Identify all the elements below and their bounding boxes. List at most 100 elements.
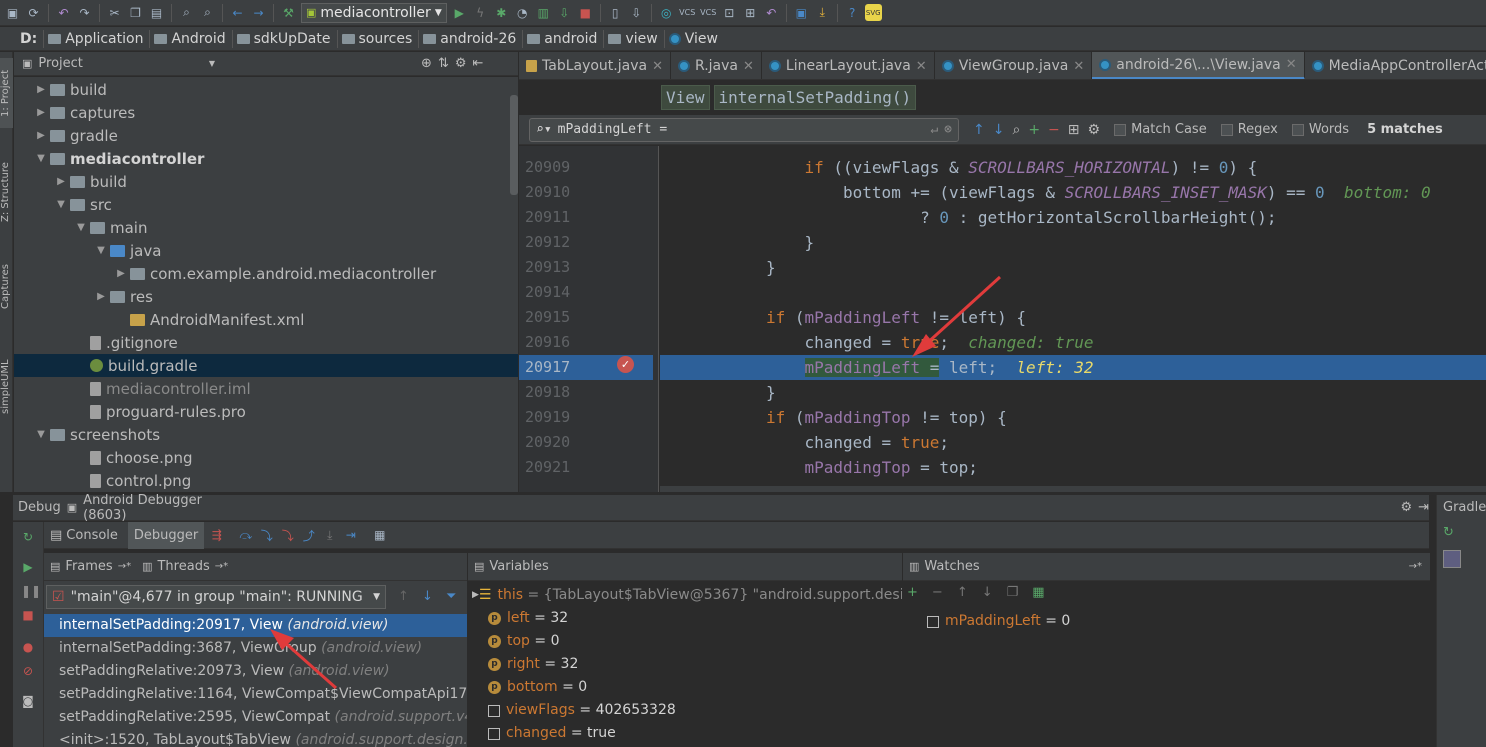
variable-row[interactable]: viewFlags = 402653328 <box>468 699 902 722</box>
tree-item[interactable]: ▼ main <box>14 216 518 239</box>
tab-console[interactable]: ▤ Console <box>44 522 124 549</box>
vcs-commit-icon[interactable]: VCS <box>700 4 717 21</box>
view-breakpoints-icon[interactable]: ● <box>21 640 35 654</box>
tree-item[interactable]: mediacontroller.iml <box>14 377 518 400</box>
chevron-down-icon[interactable]: ▼ <box>209 59 215 68</box>
tree-item[interactable]: .gitignore <box>14 331 518 354</box>
breadcrumb-android-26[interactable]: android-26 <box>419 29 524 48</box>
previous-match-icon[interactable]: ↑ <box>973 122 985 138</box>
chevron-right-icon[interactable]: ▶ <box>54 176 68 187</box>
chevron-right-icon[interactable]: ▶ <box>94 291 108 302</box>
next-frame-icon[interactable]: ↓ <box>422 589 433 604</box>
tree-item[interactable]: ▼ mediacontroller <box>14 147 518 170</box>
close-icon[interactable]: ✕ <box>1073 59 1084 74</box>
cut-icon[interactable]: ✂ <box>106 4 123 21</box>
chevron-right-icon[interactable]: ▶ <box>472 584 479 607</box>
editor-gutter[interactable]: 20909 20910 20911 20912 20913 20914 2091… <box>519 146 659 492</box>
tool-tab-structure[interactable]: Z: Structure <box>0 152 13 232</box>
tab-mediaappcontroller[interactable]: MediaAppControllerActiv <box>1305 52 1486 79</box>
chevron-right-icon[interactable]: ▶ <box>34 107 48 118</box>
run-to-cursor-icon[interactable]: ⇥ <box>342 527 359 544</box>
tree-item[interactable]: ▼ src <box>14 193 518 216</box>
tree-item[interactable]: ▶ build <box>14 78 518 101</box>
project-structure-icon[interactable]: ▣ <box>793 4 810 21</box>
make-project-icon[interactable]: ⚒ <box>280 4 297 21</box>
chevron-down-icon[interactable]: ▼ <box>34 429 48 440</box>
editor-breadcrumb-class[interactable]: View <box>661 85 710 110</box>
tool-tab-simpleuml[interactable]: simpleUML <box>0 347 13 427</box>
chevron-down-icon[interactable]: ▼ <box>74 222 88 233</box>
close-icon[interactable]: ✕ <box>916 59 927 74</box>
gear-icon[interactable]: ⚙ <box>1400 500 1412 515</box>
find-in-path-icon[interactable]: ⌕ <box>1012 122 1020 138</box>
breadcrumb-sdkupdate[interactable]: sdkUpDate <box>233 29 338 48</box>
tab-r[interactable]: R.java ✕ <box>671 52 762 79</box>
move-up-icon[interactable]: ↑ <box>957 585 968 600</box>
debug-config-label[interactable]: Android Debugger (8603) <box>83 493 234 523</box>
stack-frame[interactable]: setPaddingRelative:1164, ViewCompat$View… <box>44 683 467 706</box>
stop-icon[interactable]: ■ <box>21 608 35 622</box>
variable-row[interactable]: p bottom = 0 <box>468 676 902 699</box>
chevron-down-icon[interactable]: ▼ <box>54 199 68 210</box>
breadcrumb-drive[interactable]: D: <box>16 29 45 48</box>
chevron-right-icon[interactable]: ▶ <box>114 268 128 279</box>
find-icon[interactable]: ⌕ <box>178 4 195 21</box>
gradle-title[interactable]: Gradle <box>1443 500 1486 515</box>
vcs-revert-icon[interactable]: ↶ <box>763 4 780 21</box>
gear-icon[interactable]: ⚙ <box>455 56 467 71</box>
gradle-task-icon[interactable] <box>1443 550 1461 568</box>
stack-frame[interactable]: setPaddingRelative:2595, ViewCompat (and… <box>44 706 467 729</box>
step-into-icon[interactable]: ⤵ <box>258 527 275 544</box>
forward-icon[interactable]: → <box>250 4 267 21</box>
stack-frame[interactable]: setPaddingRelative:20973, View (android.… <box>44 660 467 683</box>
rerun-icon[interactable]: ↻ <box>21 530 35 544</box>
redo-icon[interactable]: ↷ <box>76 4 93 21</box>
variable-row[interactable]: changed = true <box>468 722 902 745</box>
frames-tab[interactable]: Frames <box>65 559 112 574</box>
drop-frame-icon[interactable]: ⤓ <box>321 527 338 544</box>
search-icon[interactable]: ⌕▾ <box>536 122 552 137</box>
tree-item[interactable]: ▶ gradle <box>14 124 518 147</box>
gear-icon[interactable]: ⚙ <box>1088 122 1101 138</box>
vcs-history-icon[interactable]: ⊞ <box>742 4 759 21</box>
save-icon[interactable]: ▣ <box>4 4 21 21</box>
chevron-down-icon[interactable]: ▼ <box>94 245 108 256</box>
tab-view[interactable]: android-26\...\View.java ✕ <box>1092 52 1305 79</box>
previous-frame-icon[interactable]: ↑ <box>398 589 409 604</box>
sync-icon[interactable]: ⟳ <box>25 4 42 21</box>
undo-icon[interactable]: ↶ <box>55 4 72 21</box>
evaluate-icon[interactable]: ▦ <box>371 527 388 544</box>
camera-icon[interactable]: ◙ <box>21 694 35 708</box>
watch-row[interactable]: mPaddingLeft = 0 <box>903 610 1337 633</box>
hide-icon[interactable]: ⇤ <box>473 56 484 71</box>
duplicate-icon[interactable]: ❐ <box>1007 585 1019 600</box>
hide-icon[interactable]: ⇥ <box>1418 500 1429 515</box>
vcs-update-icon[interactable]: VCS <box>679 4 696 21</box>
stack-frame[interactable]: <init>:1520, TabLayout$TabView (android.… <box>44 729 467 747</box>
chevron-right-icon[interactable]: ▶ <box>34 84 48 95</box>
svg-plugin-icon[interactable]: SVG <box>864 4 882 21</box>
force-step-into-icon[interactable]: ⤵ <box>279 527 296 544</box>
tree-item[interactable]: control.png <box>14 469 518 492</box>
android-sync-icon[interactable]: ◎ <box>658 4 675 21</box>
breadcrumb-view-class[interactable]: View <box>665 30 724 48</box>
stack-frame[interactable]: internalSetPadding:20917, View (android.… <box>44 614 467 637</box>
paste-icon[interactable]: ▤ <box>148 4 165 21</box>
gradle-refresh-icon[interactable]: ↻ <box>1443 525 1454 540</box>
chevron-down-icon[interactable]: ▼ <box>34 153 48 164</box>
profile-icon[interactable]: ◔ <box>514 4 531 21</box>
debug-icon[interactable]: ✱ <box>493 4 510 21</box>
tool-tab-captures[interactable]: Captures <box>0 252 13 322</box>
add-occurrence-icon[interactable]: + <box>1028 122 1040 138</box>
apply-changes-icon[interactable]: ϟ <box>472 4 489 21</box>
breadcrumb-android-pkg[interactable]: android <box>523 29 605 48</box>
tree-scrollbar[interactable] <box>510 95 518 195</box>
vcs-lock-icon[interactable]: ⊡ <box>721 4 738 21</box>
run-icon[interactable]: ▶ <box>451 4 468 21</box>
variable-row[interactable]: ▶ ☰ this = {TabLayout$TabView@5367} "andro… <box>468 584 902 607</box>
locate-icon[interactable]: ⊕ <box>421 56 432 71</box>
breadcrumb-view-pkg[interactable]: view <box>604 29 665 48</box>
threads-tab[interactable]: Threads <box>157 559 209 574</box>
attach-debugger-icon[interactable]: ⇩ <box>556 4 573 21</box>
move-down-icon[interactable]: ↓ <box>982 585 993 600</box>
